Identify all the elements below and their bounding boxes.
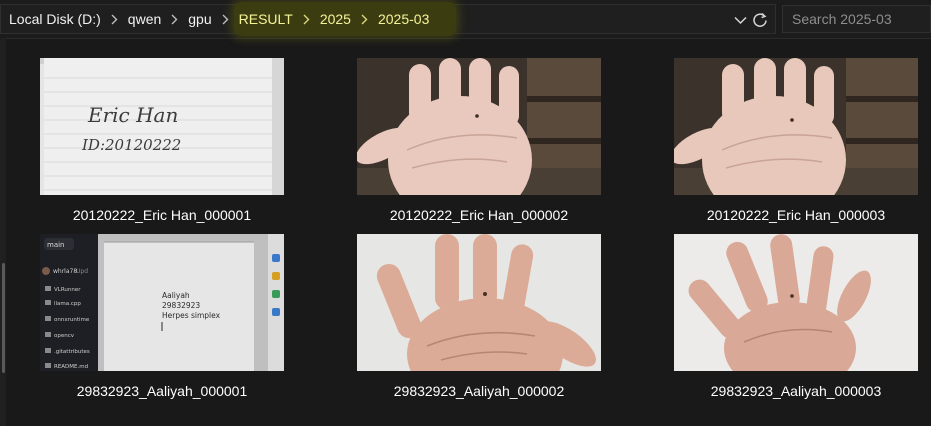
- file-name: 20120222_Eric Han_000001: [72, 207, 252, 223]
- file-tile[interactable]: 20120222_Eric Han_000002: [357, 58, 601, 223]
- svg-text:Aaliyah: Aaliyah: [162, 291, 190, 300]
- svg-text:Upd: Upd: [76, 268, 88, 275]
- chevron-right-icon[interactable]: [214, 14, 237, 25]
- svg-text:README.md: README.md: [54, 364, 88, 370]
- svg-text:Herpes simplex: Herpes simplex: [162, 311, 221, 320]
- file-tile[interactable]: 29832923_Aaliyah_000002: [357, 234, 601, 399]
- svg-text:whrla78: whrla78: [53, 268, 77, 275]
- file-tile[interactable]: main whrla78 Upd VLRunner llama.cpp onnx…: [40, 234, 284, 399]
- chevron-right-icon[interactable]: [295, 14, 318, 25]
- svg-text:llama.cpp: llama.cpp: [54, 301, 81, 307]
- svg-text:onnxruntime: onnxruntime: [54, 317, 90, 323]
- svg-text:main: main: [47, 241, 65, 249]
- note-line-id: ID:20120222: [81, 136, 181, 154]
- image-thumbnail[interactable]: [674, 58, 918, 195]
- scrollbar[interactable]: [0, 38, 6, 426]
- address-toolbar: Local Disk (D:) qwen gpu RESULT 2025 202…: [0, 0, 931, 39]
- svg-text:29832923: 29832923: [162, 301, 200, 310]
- file-name: 29832923_Aaliyah_000001: [76, 383, 248, 399]
- scrollbar-thumb[interactable]: [2, 263, 5, 373]
- chevron-right-icon[interactable]: [103, 14, 126, 25]
- breadcrumb-item-local-disk[interactable]: Local Disk (D:): [7, 11, 103, 27]
- note-line-name: Eric Han: [87, 103, 178, 127]
- image-thumbnail[interactable]: [357, 58, 601, 195]
- file-tile[interactable]: Eric Han ID:20120222 20120222_Eric Han_0…: [40, 58, 284, 223]
- image-thumbnail[interactable]: main whrla78 Upd VLRunner llama.cpp onnx…: [40, 234, 284, 371]
- breadcrumb-item-2025[interactable]: 2025: [318, 11, 353, 27]
- refresh-icon[interactable]: [751, 11, 769, 29]
- image-thumbnail[interactable]: [357, 234, 601, 371]
- file-name: 29832923_Aaliyah_000002: [393, 383, 565, 399]
- chevron-right-icon[interactable]: [353, 14, 376, 25]
- chevron-right-icon[interactable]: [163, 14, 186, 25]
- breadcrumb: Local Disk (D:) qwen gpu RESULT 2025 202…: [7, 5, 431, 33]
- address-bar[interactable]: Local Disk (D:) qwen gpu RESULT 2025 202…: [0, 2, 776, 36]
- file-name: 29832923_Aaliyah_000003: [710, 383, 882, 399]
- search-input[interactable]: [783, 6, 931, 32]
- svg-text:VLRunner: VLRunner: [54, 287, 81, 293]
- image-thumbnail[interactable]: Eric Han ID:20120222: [40, 58, 284, 195]
- search-box[interactable]: [782, 5, 931, 33]
- file-name: 20120222_Eric Han_000002: [389, 207, 569, 223]
- chevron-down-icon[interactable]: [731, 11, 749, 29]
- breadcrumb-item-qwen[interactable]: qwen: [126, 11, 163, 27]
- file-tile[interactable]: 29832923_Aaliyah_000003: [674, 234, 918, 399]
- breadcrumb-item-2025-03[interactable]: 2025-03: [376, 11, 431, 27]
- svg-text:.gitattributes: .gitattributes: [54, 349, 90, 355]
- breadcrumb-item-result[interactable]: RESULT: [237, 11, 295, 27]
- breadcrumb-item-gpu[interactable]: gpu: [186, 11, 213, 27]
- file-tile[interactable]: 20120222_Eric Han_000003: [674, 58, 918, 223]
- file-name: 20120222_Eric Han_000003: [706, 207, 886, 223]
- svg-text:opencv: opencv: [54, 333, 75, 339]
- image-thumbnail[interactable]: [674, 234, 918, 371]
